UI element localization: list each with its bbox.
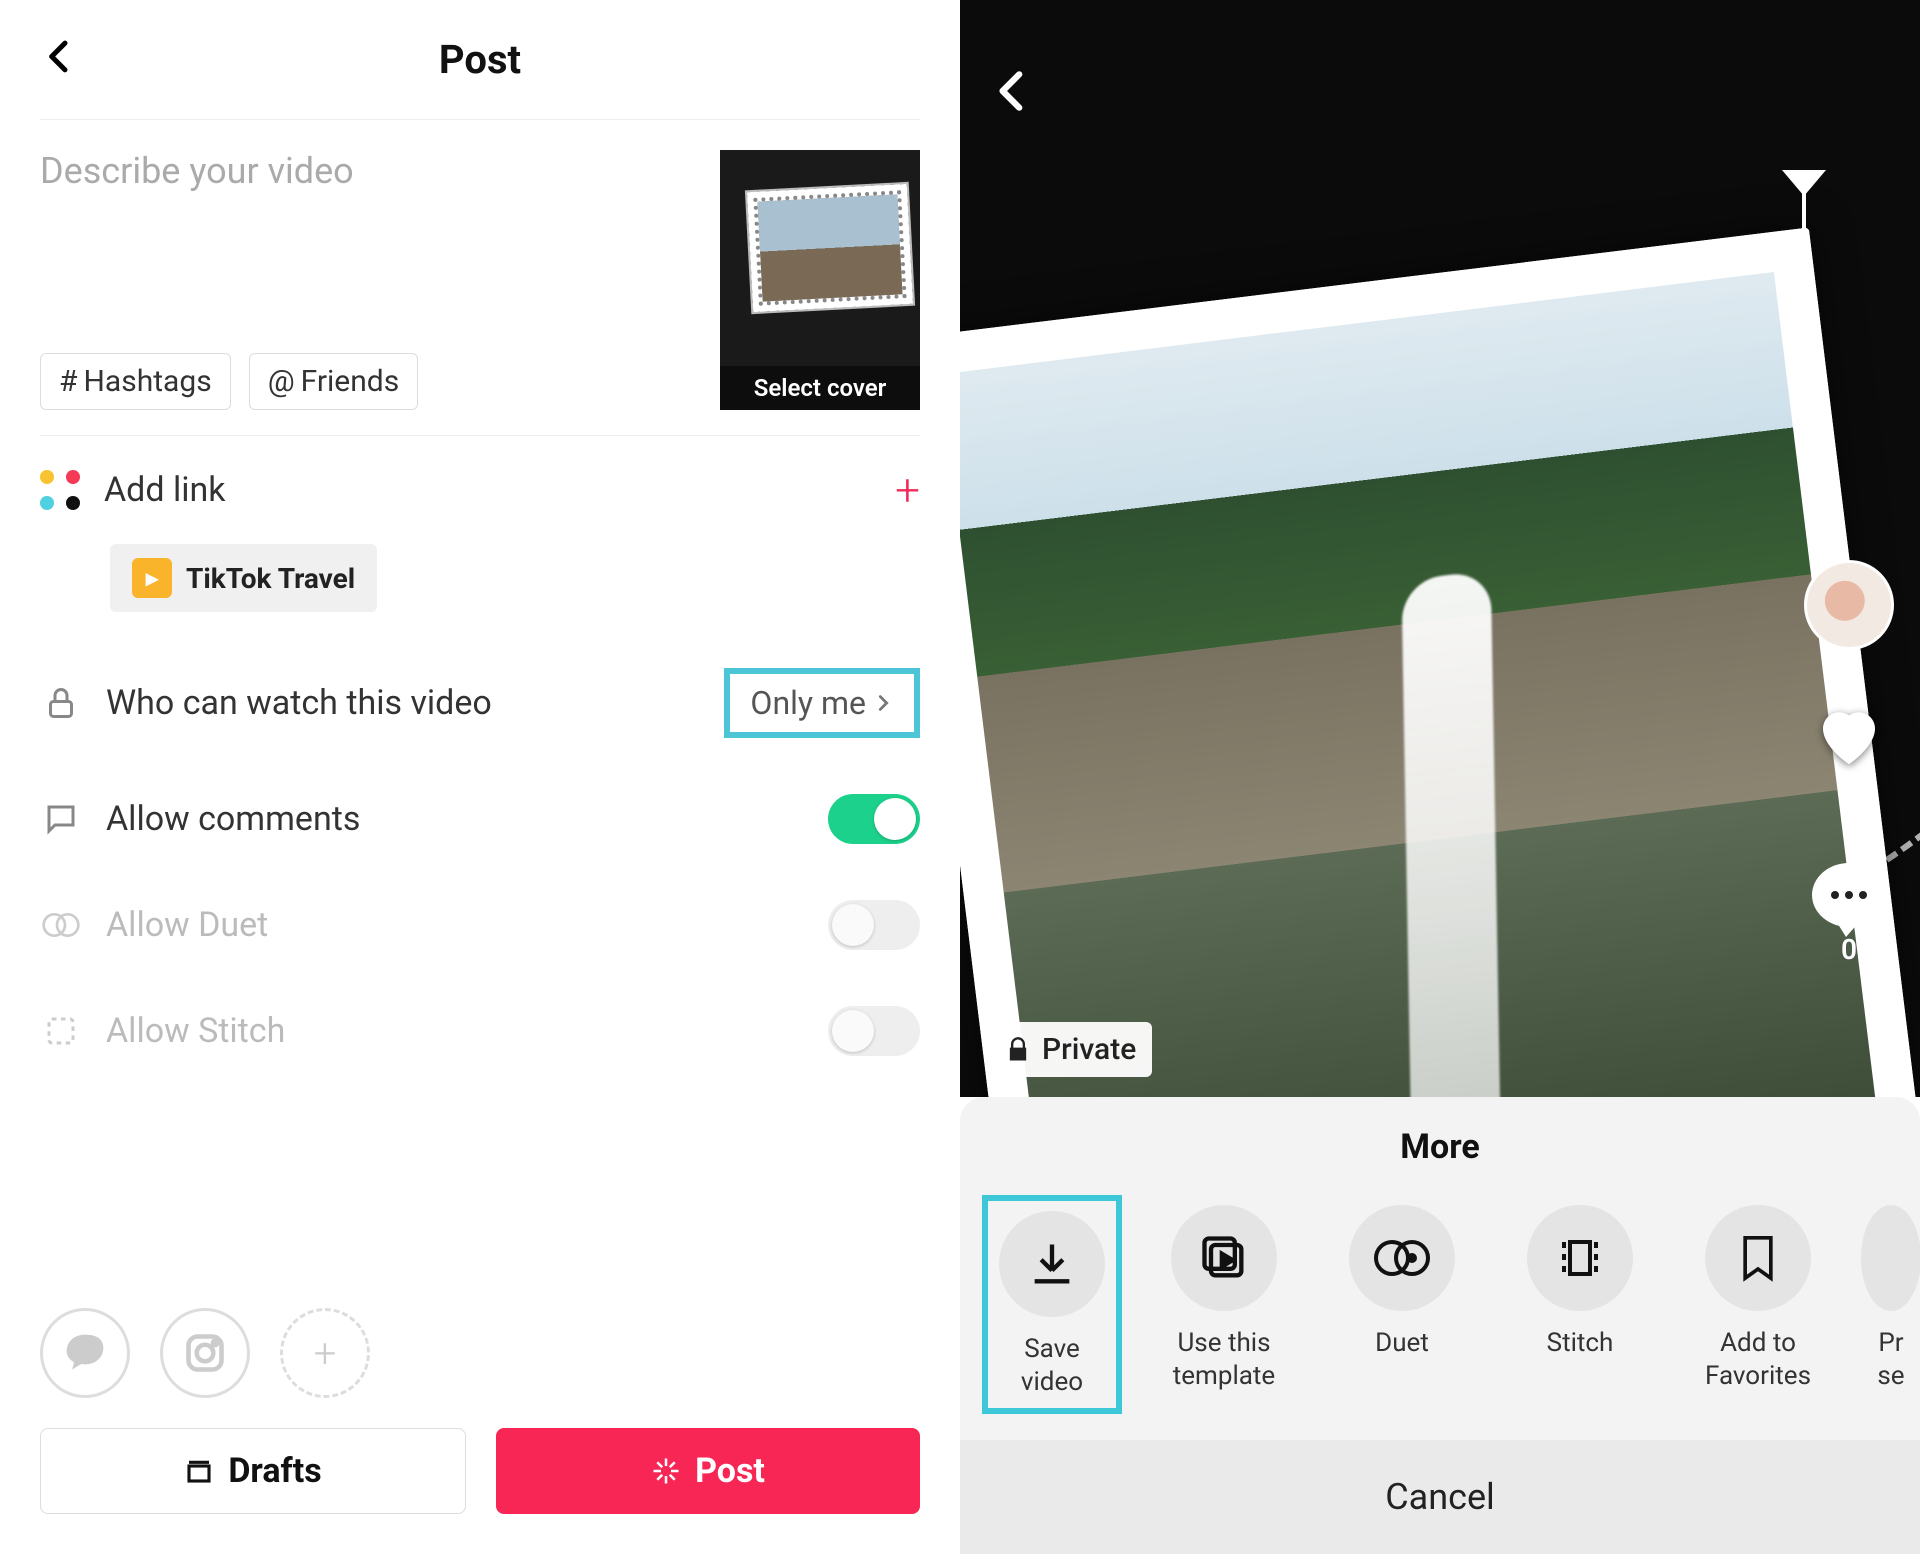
cover-preview-image (747, 184, 913, 312)
privacy-row[interactable]: Who can watch this video Only me (40, 640, 920, 766)
comment-outline-icon (40, 798, 82, 840)
video-back-button[interactable] (988, 60, 1038, 131)
bottom-buttons: Drafts Post (40, 1428, 920, 1514)
chevron-right-icon (872, 692, 894, 714)
cancel-button[interactable]: Cancel (960, 1440, 1920, 1554)
stitch-button[interactable]: Stitch (1510, 1205, 1650, 1360)
sparkle-icon (651, 1456, 681, 1486)
duet-button[interactable]: Duet (1332, 1205, 1472, 1360)
allow-stitch-row: Allow Stitch (40, 978, 920, 1084)
add-link-label: Add link (104, 470, 871, 510)
video-preview[interactable]: 0 0 Private (960, 0, 1920, 1097)
tiktok-travel-chip[interactable]: ▸ TikTok Travel (110, 544, 377, 612)
side-action-bar: 0 0 (1804, 560, 1894, 966)
stitch-outline-icon (40, 1010, 82, 1052)
duet-outline-icon (40, 904, 82, 946)
add-link-row[interactable]: Add link + (40, 436, 920, 544)
sheet-title: More (960, 1127, 1920, 1167)
at-icon: @ (268, 364, 295, 399)
download-icon (1026, 1238, 1078, 1290)
link-chip-row: ▸ TikTok Travel (40, 544, 920, 640)
allow-duet-label: Allow Duet (106, 905, 804, 945)
drafts-icon (184, 1456, 214, 1486)
select-cover-button[interactable]: Select cover (720, 150, 920, 410)
bookmark-icon (1736, 1232, 1780, 1284)
video-screen: 0 0 Private More Save video (960, 0, 1920, 1554)
friends-chip[interactable]: @ Friends (249, 353, 419, 410)
allow-stitch-label: Allow Stitch (106, 1011, 804, 1051)
allow-duet-row: Allow Duet (40, 872, 920, 978)
comment-icon (1812, 863, 1886, 927)
compose-area: Describe your video # Hashtags @ Friends… (40, 120, 920, 436)
profile-avatar[interactable] (1804, 560, 1894, 650)
like-count: 0 (1810, 784, 1888, 817)
share-message-icon[interactable] (40, 1308, 130, 1398)
stitch-icon (1556, 1234, 1604, 1282)
page-title: Post (439, 36, 521, 83)
post-header: Post (40, 0, 920, 120)
like-button[interactable]: 0 (1810, 696, 1888, 817)
back-button[interactable] (40, 31, 80, 88)
privacy-value-button[interactable]: Only me (724, 668, 920, 738)
add-link-icon (40, 470, 80, 510)
duet-icon (1372, 1232, 1432, 1284)
save-video-button[interactable]: Save video (982, 1195, 1122, 1414)
allow-comments-toggle[interactable] (828, 794, 920, 844)
post-settings: Add link + ▸ TikTok Travel Who can watch… (40, 436, 920, 1084)
comment-button[interactable]: 0 (1812, 863, 1886, 966)
lock-icon (40, 682, 82, 724)
travel-icon: ▸ (132, 558, 172, 598)
description-input[interactable]: Describe your video (40, 150, 720, 192)
private-badge: Private (988, 1022, 1152, 1077)
allow-stitch-toggle (828, 1006, 920, 1056)
use-template-button[interactable]: Use this template (1154, 1205, 1294, 1392)
hashtags-chip[interactable]: # Hashtags (40, 353, 231, 410)
comment-count: 0 (1812, 933, 1886, 966)
cover-label: Select cover (720, 366, 920, 410)
allow-duet-toggle (828, 900, 920, 950)
allow-comments-row[interactable]: Allow comments (40, 766, 920, 872)
more-sheet: More Save video Use this template Duet (960, 1097, 1920, 1554)
template-icon (1198, 1232, 1250, 1284)
video-frame-image (960, 272, 1880, 1097)
share-icons-row: + (40, 1278, 920, 1428)
sheet-item-row[interactable]: Save video Use this template Duet Stitch (960, 1187, 1920, 1434)
heart-icon (1810, 696, 1888, 778)
share-instagram-icon[interactable] (160, 1308, 250, 1398)
plus-icon[interactable]: + (895, 464, 920, 516)
post-screen: Post Describe your video # Hashtags @ Fr… (0, 0, 960, 1554)
hash-icon: # (59, 364, 77, 399)
stamp-frame (960, 227, 1920, 1097)
drafts-button[interactable]: Drafts (40, 1428, 466, 1514)
privacy-settings-button[interactable]: Pr se (1866, 1205, 1916, 1392)
allow-comments-label: Allow comments (106, 799, 804, 839)
share-story-icon[interactable]: + (280, 1308, 370, 1398)
add-favorites-button[interactable]: Add to Favorites (1688, 1205, 1828, 1392)
privacy-label: Who can watch this video (106, 683, 700, 723)
post-button[interactable]: Post (496, 1428, 920, 1514)
lock-solid-icon (1004, 1036, 1032, 1064)
